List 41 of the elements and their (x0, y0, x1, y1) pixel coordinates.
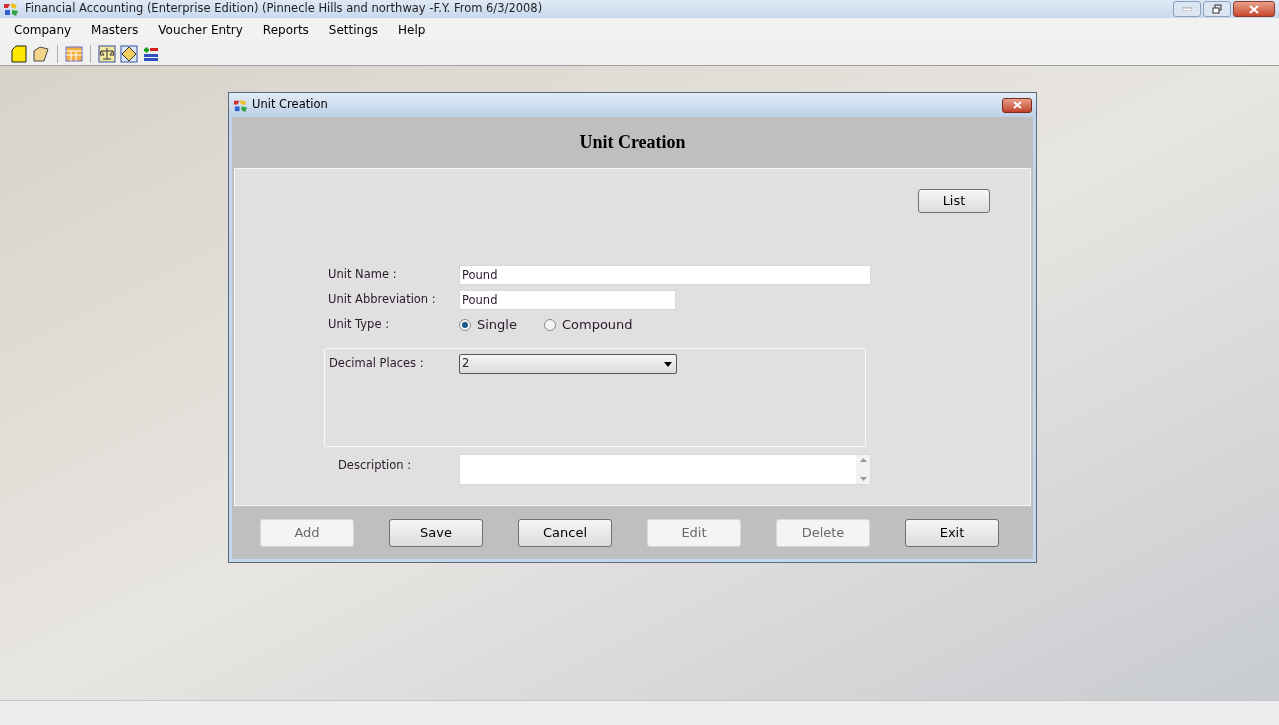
menu-item[interactable]: Voucher Entry (158, 21, 243, 39)
field-label: Unit Name : (328, 265, 398, 283)
menu-item[interactable]: Masters (91, 21, 139, 39)
folder-icon[interactable] (32, 44, 50, 63)
description-field[interactable] (459, 454, 871, 485)
restore-icon (1212, 4, 1222, 14)
field-label: Description : (338, 457, 413, 474)
app-logo-icon (233, 97, 248, 113)
caret-icon (664, 361, 672, 367)
unit-name-field[interactable]: Pound (459, 264, 871, 285)
field-label: Unit Abbreviation : (328, 290, 437, 308)
radio-option[interactable]: Compound (543, 315, 633, 335)
menu-item[interactable]: Help (398, 21, 426, 39)
dialog-title: Unit Creation (252, 96, 328, 114)
page-icon[interactable] (10, 44, 28, 63)
window-title: Financial Accounting (Enterprise Edition) (Pinnecle Hills and northway -F.Y. From 6/3/2008) (25, 0, 543, 18)
close-icon (1012, 101, 1022, 109)
unit-abbreviation-field[interactable]: Pound (459, 289, 676, 310)
dialog-heading: Unit Creation (579, 131, 686, 154)
scales-icon[interactable] (98, 44, 116, 63)
action-button[interactable]: Cancel (518, 518, 612, 547)
action-button[interactable]: Save (389, 518, 483, 547)
decimal-places-dropdown[interactable]: 2 (459, 354, 677, 374)
restore-button[interactable] (1203, 1, 1231, 17)
grid-icon[interactable] (65, 44, 83, 63)
app-logo-icon (3, 1, 19, 17)
radio-option[interactable]: Single (459, 315, 517, 335)
diamond-icon[interactable] (120, 44, 138, 63)
action-button[interactable]: Exit (905, 518, 999, 547)
field-label: Unit Type : (328, 316, 390, 334)
close-button[interactable] (1233, 1, 1275, 17)
close-icon (1249, 4, 1259, 14)
field-label: Decimal Places : (329, 355, 425, 373)
menu-item[interactable]: Reports (262, 21, 309, 39)
scroll-up-icon (859, 458, 867, 462)
menu-item[interactable]: Company (14, 21, 72, 39)
menu-item[interactable]: Settings (328, 21, 379, 39)
minimize-icon (1182, 7, 1192, 11)
list-button[interactable]: List (918, 189, 990, 213)
close-button[interactable] (1002, 97, 1032, 113)
scroll-down-icon (859, 477, 867, 481)
